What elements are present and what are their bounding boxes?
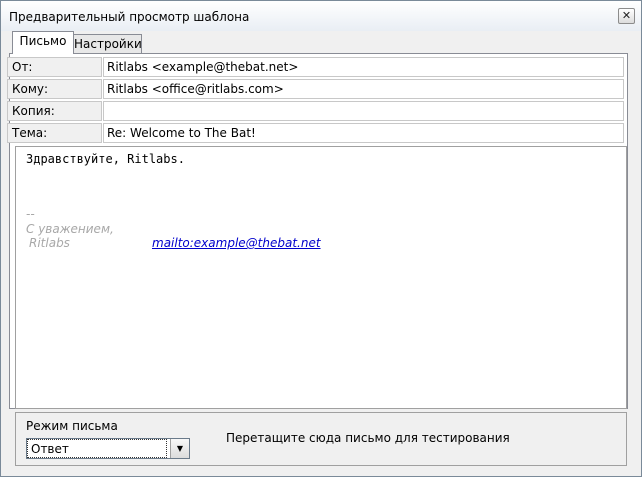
test-options-panel: Режим письма Ответ ▼ Перетащите сюда пис…: [15, 412, 627, 466]
signature-name: Ritlabs: [29, 236, 70, 250]
cc-field[interactable]: [103, 101, 624, 121]
tab-settings-label: Настройки: [74, 37, 142, 51]
cc-label: Копия:: [7, 101, 102, 121]
from-field[interactable]: Ritlabs <example@thebat.net>: [103, 57, 624, 77]
message-body-preview[interactable]: Здравствуйте, Ritlabs. -- С уважением, R…: [15, 146, 627, 409]
drop-target-hint[interactable]: Перетащите сюда письмо для тестирования: [226, 431, 510, 445]
title-bar[interactable]: Предварительный просмотр шаблона ✕: [1, 1, 641, 31]
mode-label: Режим письма: [26, 419, 118, 433]
close-icon: ✕: [621, 9, 632, 22]
template-preview-window: Предварительный просмотр шаблона ✕ Письм…: [0, 0, 642, 477]
signature-closing: С уважением,: [26, 222, 114, 236]
tab-letter[interactable]: Письмо: [12, 31, 74, 54]
tab-settings[interactable]: Настройки: [73, 34, 142, 55]
chevron-down-icon[interactable]: ▼: [170, 439, 189, 458]
signature-separator: --: [26, 207, 35, 221]
mode-select-value: Ответ: [27, 439, 167, 458]
to-label: Кому:: [7, 79, 102, 99]
body-greeting: Здравствуйте, Ritlabs.: [26, 152, 185, 166]
mode-select[interactable]: Ответ ▼: [26, 438, 190, 459]
tab-letter-label: Письмо: [19, 34, 67, 48]
close-button[interactable]: ✕: [618, 8, 635, 24]
window-title: Предварительный просмотр шаблона: [9, 10, 250, 24]
from-label: От:: [7, 57, 102, 77]
to-field[interactable]: Ritlabs <office@ritlabs.com>: [103, 79, 624, 99]
subject-field[interactable]: Re: Welcome to The Bat!: [103, 123, 624, 143]
subject-label: Тема:: [7, 123, 102, 143]
mailto-link[interactable]: mailto:example@thebat.net: [152, 236, 321, 250]
